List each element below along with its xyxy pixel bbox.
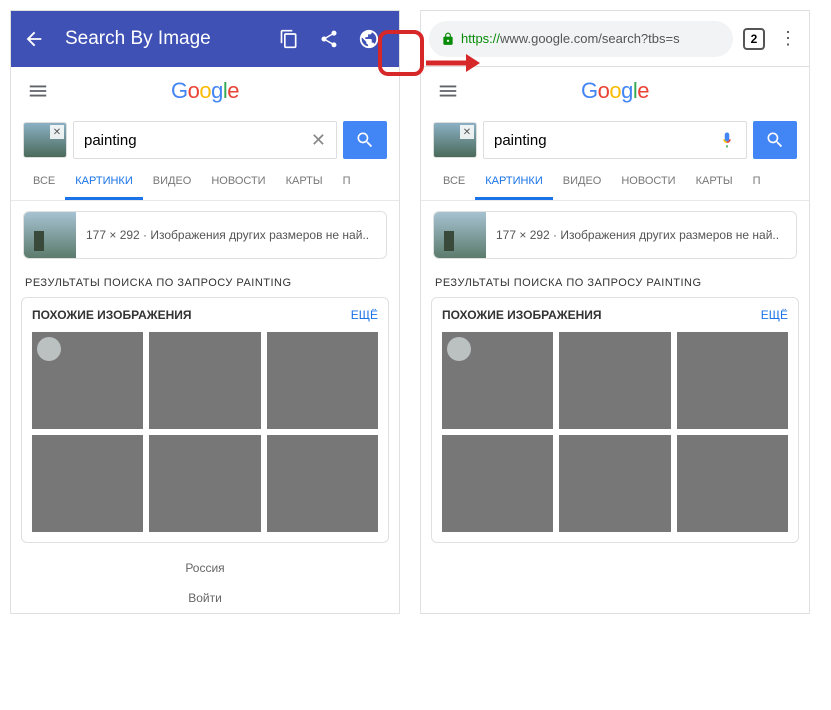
image-size-card[interactable]: 177 × 292 · Изображения других размеров … [433, 211, 797, 259]
google-logo: Google [171, 78, 239, 104]
search-input-wrap [483, 121, 747, 159]
result-image[interactable] [149, 332, 260, 429]
back-arrow-icon[interactable] [23, 28, 45, 50]
tab-news[interactable]: НОВОСТИ [611, 165, 685, 200]
size-thumb [434, 211, 486, 259]
footer-country: Россия [11, 553, 399, 583]
app-bar: Search By Image [11, 11, 399, 67]
similar-images-card: ПОХОЖИЕ ИЗОБРАЖЕНИЯ ЕЩЁ [21, 297, 389, 543]
footer: Россия Войти [11, 553, 399, 613]
image-grid [442, 332, 788, 532]
search-input[interactable] [84, 132, 311, 149]
results-title: РЕЗУЛЬТАТЫ ПОИСКА ПО ЗАПРОСУ PAINTING [11, 269, 399, 297]
size-text: 177 × 292 · Изображения других размеров … [486, 228, 789, 242]
size-text: 177 × 292 · Изображения других размеров … [76, 228, 379, 242]
tab-count[interactable]: 2 [743, 28, 765, 50]
tab-all[interactable]: ВСЕ [433, 165, 475, 200]
query-image-chip[interactable]: ✕ [433, 122, 477, 158]
results-title: РЕЗУЛЬТАТЫ ПОИСКА ПО ЗАПРОСУ PAINTING [421, 269, 809, 297]
remove-chip-icon[interactable]: ✕ [460, 125, 474, 139]
more-link[interactable]: ЕЩЁ [761, 308, 788, 322]
google-logo: Google [581, 78, 649, 104]
globe-icon[interactable] [351, 21, 387, 57]
result-image[interactable] [267, 332, 378, 429]
result-image[interactable] [559, 332, 670, 429]
left-screenshot: Search By Image Google ✕ [10, 10, 400, 614]
tab-maps[interactable]: КАРТЫ [686, 165, 743, 200]
app-title: Search By Image [65, 28, 267, 50]
google-header: Google [11, 67, 399, 115]
tab-news[interactable]: НОВОСТИ [201, 165, 275, 200]
search-button[interactable] [343, 121, 387, 159]
result-image[interactable] [677, 332, 788, 429]
search-row: ✕ [421, 115, 809, 165]
image-grid [32, 332, 378, 532]
query-image-chip[interactable]: ✕ [23, 122, 67, 158]
url-rest: www.google.com/search?tbs=s [500, 31, 680, 46]
hamburger-icon[interactable] [27, 80, 49, 102]
search-tabs: ВСЕ КАРТИНКИ ВИДЕО НОВОСТИ КАРТЫ П [421, 165, 809, 201]
result-image[interactable] [442, 332, 553, 429]
tab-video[interactable]: ВИДЕО [553, 165, 612, 200]
result-image[interactable] [267, 435, 378, 532]
result-image[interactable] [32, 332, 143, 429]
hamburger-icon[interactable] [437, 80, 459, 102]
result-image[interactable] [32, 435, 143, 532]
tab-video[interactable]: ВИДЕО [143, 165, 202, 200]
image-size-card[interactable]: 177 × 292 · Изображения других размеров … [23, 211, 387, 259]
lock-icon [441, 32, 455, 46]
tab-more[interactable]: П [333, 165, 361, 200]
copy-icon[interactable] [271, 21, 307, 57]
annotation-arrow [424, 48, 484, 78]
search-input[interactable] [494, 132, 712, 149]
remove-chip-icon[interactable]: ✕ [50, 125, 64, 139]
tab-images[interactable]: КАРТИНКИ [65, 165, 142, 200]
similar-label: ПОХОЖИЕ ИЗОБРАЖЕНИЯ [32, 308, 192, 322]
result-image[interactable] [442, 435, 553, 532]
overflow-menu-icon[interactable]: ⋮ [775, 28, 801, 49]
tab-more[interactable]: П [743, 165, 771, 200]
search-tabs: ВСЕ КАРТИНКИ ВИДЕО НОВОСТИ КАРТЫ П [11, 165, 399, 201]
result-image[interactable] [149, 435, 260, 532]
size-thumb [24, 211, 76, 259]
search-input-wrap: ✕ [73, 121, 337, 159]
mic-icon[interactable] [718, 131, 736, 149]
right-screenshot: https://www.google.com/search?tbs=s 2 ⋮ … [420, 10, 810, 614]
tab-maps[interactable]: КАРТЫ [276, 165, 333, 200]
result-image[interactable] [677, 435, 788, 532]
url-https: https:// [461, 31, 500, 46]
similar-label: ПОХОЖИЕ ИЗОБРАЖЕНИЯ [442, 308, 602, 322]
search-button[interactable] [753, 121, 797, 159]
footer-signin[interactable]: Войти [11, 583, 399, 613]
tab-images[interactable]: КАРТИНКИ [475, 165, 552, 200]
more-link[interactable]: ЕЩЁ [351, 308, 378, 322]
tab-all[interactable]: ВСЕ [23, 165, 65, 200]
share-icon[interactable] [311, 21, 347, 57]
result-image[interactable] [559, 435, 670, 532]
clear-icon[interactable]: ✕ [311, 130, 326, 151]
search-row: ✕ ✕ [11, 115, 399, 165]
similar-images-card: ПОХОЖИЕ ИЗОБРАЖЕНИЯ ЕЩЁ [431, 297, 799, 543]
